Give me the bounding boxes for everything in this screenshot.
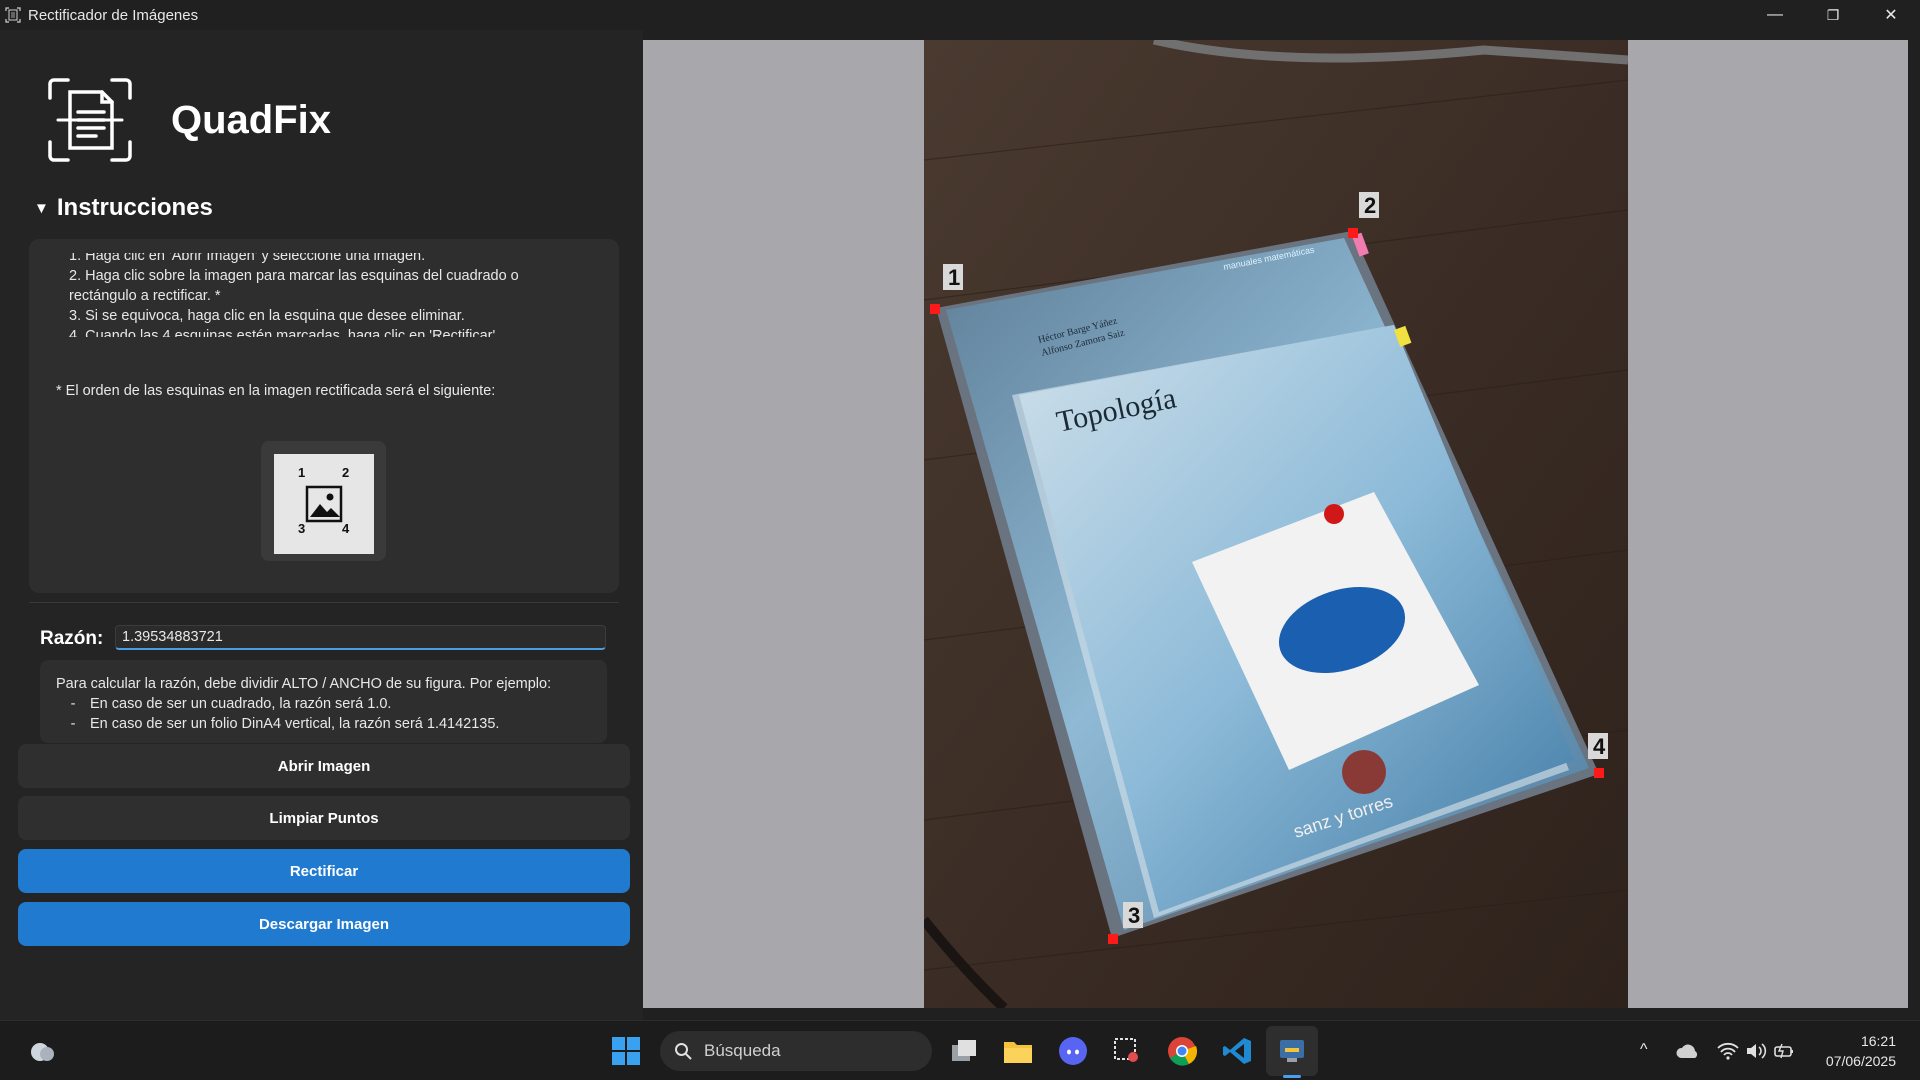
battery-icon[interactable] xyxy=(1768,1035,1800,1067)
divider xyxy=(29,602,619,603)
download-image-button[interactable]: Descargar Imagen xyxy=(18,902,630,946)
active-app-indicator xyxy=(1283,1075,1301,1078)
corner-label-3: 3 xyxy=(1128,903,1140,928)
clock-date: 07/06/2025 xyxy=(1825,1053,1896,1069)
ratio-help-item: En caso de ser un cuadrado, la razón ser… xyxy=(90,696,392,712)
clock-time: 16:21 xyxy=(1860,1033,1896,1049)
corner-label-2: 2 xyxy=(1364,193,1376,218)
list-dash: - xyxy=(70,716,76,732)
weather-icon[interactable] xyxy=(26,1035,58,1067)
search-icon xyxy=(675,1043,692,1060)
clear-points-button[interactable]: Limpiar Puntos xyxy=(18,796,630,840)
vscode-icon[interactable] xyxy=(1221,1035,1253,1067)
list-dash: - xyxy=(70,696,76,712)
start-button-icon[interactable] xyxy=(610,1035,642,1067)
corner-label-1: 1 xyxy=(948,265,960,290)
tray-chevron-icon[interactable]: ^ xyxy=(1640,1041,1648,1059)
collapse-triangle-icon: ▼ xyxy=(34,199,49,217)
minimize-button[interactable]: — xyxy=(1746,0,1804,30)
ratio-help-item: En caso de ser un folio DinA4 vertical, … xyxy=(90,716,500,732)
ratio-label: Razón: xyxy=(40,628,104,649)
order-label-2: 2 xyxy=(342,465,350,480)
loaded-photo[interactable]: Topología Héctor Barge Yáñez Alfonso Zam… xyxy=(924,40,1628,1008)
restore-button[interactable]: ❐ xyxy=(1804,0,1862,30)
chrome-icon[interactable] xyxy=(1166,1035,1198,1067)
taskbar: Búsqueda ^ 16:21 07/06/2025 xyxy=(0,1020,1920,1080)
order-label-1: 1 xyxy=(298,465,306,480)
file-explorer-icon[interactable] xyxy=(1002,1035,1034,1067)
window-title: Rectificador de Imágenes xyxy=(28,6,199,24)
image-icon xyxy=(305,485,343,523)
snipping-tool-icon[interactable] xyxy=(1111,1035,1143,1067)
open-image-button[interactable]: Abrir Imagen xyxy=(18,744,630,788)
app-icon xyxy=(5,7,21,23)
instruction-step: 4. Cuando las 4 esquinas estén marcadas,… xyxy=(69,328,500,337)
corner-order-note: * El orden de las esquinas en la imagen … xyxy=(56,383,496,399)
instruction-step: 1. Haga clic en 'Abrir Imagen' y selecci… xyxy=(69,253,426,264)
instructions-heading: Instrucciones xyxy=(56,194,213,221)
ratio-help: Para calcular la razón, debe dividir ALT… xyxy=(40,660,607,743)
task-view-icon[interactable] xyxy=(948,1035,980,1067)
taskbar-search[interactable]: Búsqueda xyxy=(660,1031,932,1071)
close-button[interactable]: ✕ xyxy=(1862,0,1920,30)
ratio-help-intro: Para calcular la razón, debe dividir ALT… xyxy=(56,676,552,692)
control-panel: QuadFix ▼ Instrucciones 1. Haga clic en … xyxy=(0,30,643,1020)
app-name: QuadFix xyxy=(171,98,332,142)
instructions-panel: 1. Haga clic en 'Abrir Imagen' y selecci… xyxy=(29,239,619,593)
discord-icon[interactable] xyxy=(1057,1035,1089,1067)
instruction-step: 3. Si se equivoca, haga clic en la esqui… xyxy=(69,308,465,324)
corner-order-diagram: 1 2 3 4 xyxy=(261,441,386,561)
instructions-text[interactable]: 1. Haga clic en 'Abrir Imagen' y selecci… xyxy=(69,253,589,337)
image-canvas[interactable]: Topología Héctor Barge Yáñez Alfonso Zam… xyxy=(643,40,1908,1008)
title-bar: Rectificador de Imágenes — ❐ ✕ xyxy=(0,0,1920,30)
ratio-input[interactable] xyxy=(115,625,606,650)
instruction-step: 2. Haga clic sobre la imagen para marcar… xyxy=(69,268,519,304)
instructions-toggle[interactable]: ▼ Instrucciones xyxy=(34,194,213,222)
onedrive-icon[interactable] xyxy=(1672,1035,1704,1067)
rectify-button[interactable]: Rectificar xyxy=(18,849,630,893)
python-app-icon[interactable] xyxy=(1276,1035,1308,1067)
quadfix-logo-icon xyxy=(48,78,132,162)
search-placeholder: Búsqueda xyxy=(704,1041,781,1060)
corner-label-4: 4 xyxy=(1593,734,1606,759)
taskbar-clock[interactable]: 16:21 07/06/2025 xyxy=(1826,1031,1896,1071)
